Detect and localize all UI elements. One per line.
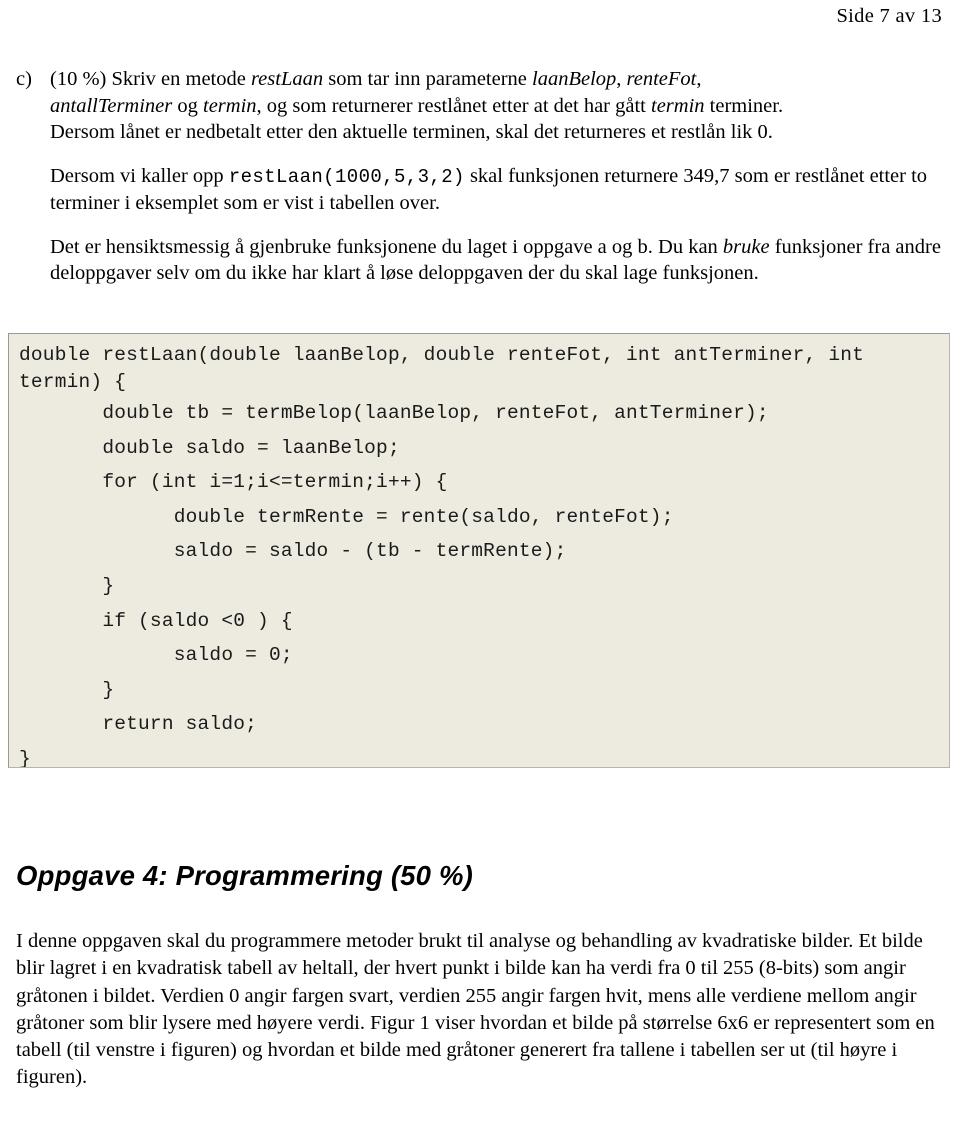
task-item-c: c) (10 %) Skriv en metode restLaan som t… (0, 66, 960, 146)
page-number-header: Side 7 av 13 (836, 5, 942, 27)
paragraph-call-example: Dersom vi kaller opp restLaan(1000,5,3,2… (0, 163, 960, 217)
task-em-rentefot: renteFot (626, 68, 697, 90)
document-body: c) (10 %) Skriv en metode restLaan som t… (0, 66, 960, 287)
code-line: if (saldo <0 ) { (19, 609, 293, 632)
code-line: double tb = termBelop(laanBelop, renteFo… (19, 402, 769, 424)
code-line: double restLaan(double laanBelop, double… (19, 344, 865, 366)
task-line1-mid: som tar inn parameterne (323, 68, 533, 90)
task-line2-end: terminer. (704, 94, 784, 117)
task-line2-mid: og (172, 94, 204, 117)
section-heading-oppgave-4: Oppgave 4: Programmering (50 %) (16, 860, 474, 891)
task-em-antallterminer: antallTerminer (50, 94, 173, 117)
code-line: } (19, 574, 115, 597)
section-body-paragraph: I denne oppgaven skal du programmere met… (16, 930, 935, 1089)
code-line: double termRente = rente(saldo, renteFot… (19, 505, 674, 528)
task-line3: Dersom lånet er nedbetalt etter den aktu… (50, 121, 773, 143)
task-line1-pre: (10 %) Skriv en metode (50, 68, 251, 90)
task-line2-post: , og som returnerer restlånet etter at d… (256, 94, 652, 117)
task-em-termin-2: termin (651, 94, 705, 117)
task-marker: c) (16, 68, 32, 90)
code-line: return saldo; (19, 713, 258, 736)
task-text: (10 %) Skriv en metode restLaan som tar … (50, 66, 942, 146)
code-line: saldo = saldo - (tb - termRente); (19, 540, 567, 563)
code-block-restlaan: double restLaan(double laanBelop, double… (8, 333, 950, 768)
code-line: saldo = 0; (19, 644, 293, 667)
code-line: } (19, 678, 115, 701)
document-page: Side 7 av 13 c) (10 %) Skriv en metode r… (0, 0, 960, 1129)
inline-code-restlaan-call: restLaan(1000,5,3,2) (228, 165, 465, 188)
task-em-termin: termin (203, 94, 257, 117)
paragraph-reuse-hint: Det er hensiktsmessig å gjenbruke funksj… (0, 234, 960, 287)
code-line: termin) { (19, 371, 127, 393)
task-em-restlaan: restLaan (250, 68, 324, 90)
code-line: for (int i=1;i<=termin;i++) { (19, 471, 448, 494)
code-line: double saldo = laanBelop; (19, 436, 400, 459)
task-em-laanbelop: laanBelop (532, 68, 617, 90)
paragraph-1-pre: Dersom vi kaller opp (50, 164, 229, 187)
task-line1-post: , (696, 68, 702, 90)
paragraph-2-pre: Det er hensiktsmessig å gjenbruke funksj… (50, 235, 723, 258)
paragraph-2-em-bruke: bruke (722, 235, 770, 258)
task-line1-sep: , (616, 68, 627, 90)
code-line: } (19, 747, 31, 768)
